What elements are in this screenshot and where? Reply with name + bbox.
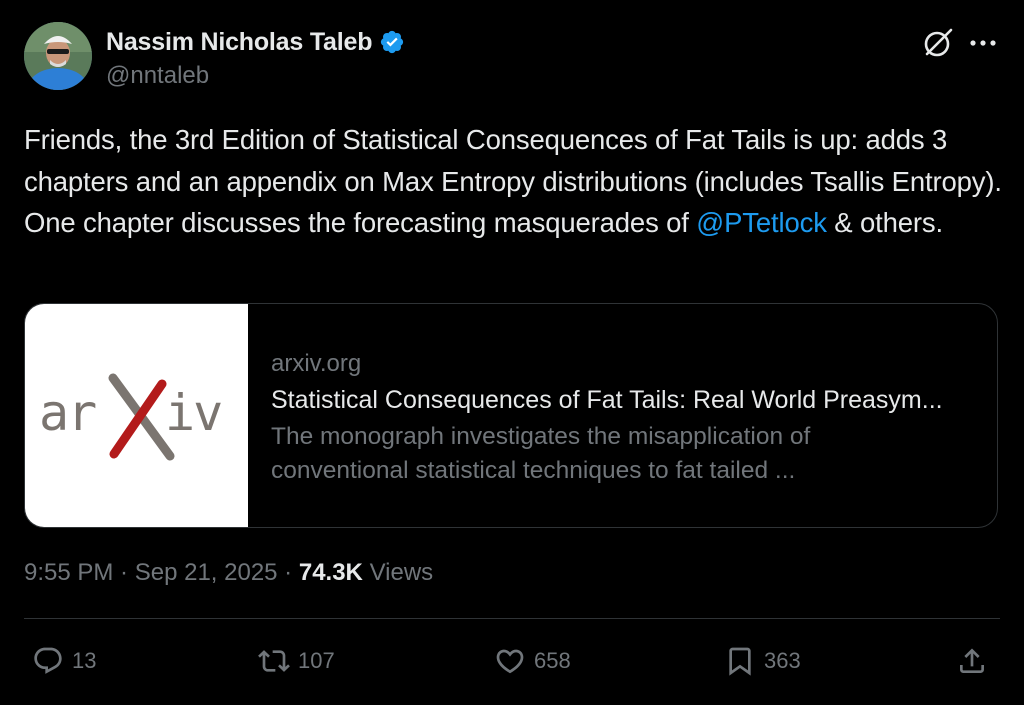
author-name-row: Nassim Nicholas Taleb bbox=[106, 26, 405, 58]
views-count: 74.3K bbox=[298, 559, 363, 586]
svg-text:iv: iv bbox=[165, 384, 221, 442]
bookmark-icon bbox=[729, 647, 751, 676]
divider bbox=[24, 618, 1000, 619]
reply-count: 13 bbox=[72, 648, 97, 673]
link-card-title: Statistical Consequences of Fat Tails: R… bbox=[271, 386, 943, 414]
tweet-text-tail: & others. bbox=[826, 207, 943, 238]
repost-count: 107 bbox=[298, 648, 335, 673]
arxiv-logo: ar iv bbox=[39, 373, 223, 461]
link-card[interactable]: ar iv arxiv.org Statistical Consequences… bbox=[24, 303, 998, 528]
verified-badge-icon[interactable] bbox=[379, 29, 405, 55]
tweet-meta: 9:55 PM · Sep 21, 2025 · 74.3K Views bbox=[24, 559, 433, 587]
heart-icon bbox=[496, 649, 524, 674]
tweet-date[interactable]: Sep 21, 2025 bbox=[135, 559, 278, 586]
svg-text:ar: ar bbox=[39, 384, 96, 442]
like-button[interactable]: 658 bbox=[494, 644, 571, 678]
tweet-time[interactable]: 9:55 PM bbox=[24, 559, 113, 586]
avatar[interactable] bbox=[24, 22, 92, 90]
grok-icon[interactable] bbox=[921, 26, 955, 60]
repost-icon bbox=[258, 650, 290, 672]
more-icon[interactable] bbox=[966, 28, 1000, 58]
mention-link[interactable]: @PTetlock bbox=[696, 207, 827, 238]
reply-icon bbox=[34, 647, 62, 674]
meta-separator: · bbox=[113, 559, 135, 586]
share-icon bbox=[960, 648, 984, 673]
link-card-domain: arxiv.org bbox=[271, 350, 362, 377]
reply-button[interactable]: 13 bbox=[32, 644, 96, 678]
like-count: 658 bbox=[534, 648, 571, 673]
tweet-text: Friends, the 3rd Edition of Statistical … bbox=[24, 119, 1004, 244]
link-card-thumbnail[interactable]: ar iv bbox=[25, 304, 248, 527]
link-card-description: The monograph investigates the misapplic… bbox=[271, 423, 811, 484]
author-display-name[interactable]: Nassim Nicholas Taleb bbox=[106, 28, 372, 57]
link-card-body[interactable]: arxiv.org Statistical Consequences of Fa… bbox=[248, 304, 997, 527]
avatar-image bbox=[24, 22, 92, 90]
share-button[interactable] bbox=[956, 644, 988, 678]
author-handle[interactable]: @nntaleb bbox=[106, 62, 209, 90]
bookmark-count: 363 bbox=[764, 648, 801, 673]
meta-separator-2: · bbox=[277, 559, 299, 586]
bookmark-button[interactable]: 363 bbox=[724, 644, 801, 678]
repost-button[interactable]: 107 bbox=[258, 644, 335, 678]
views-label: Views bbox=[369, 559, 434, 586]
